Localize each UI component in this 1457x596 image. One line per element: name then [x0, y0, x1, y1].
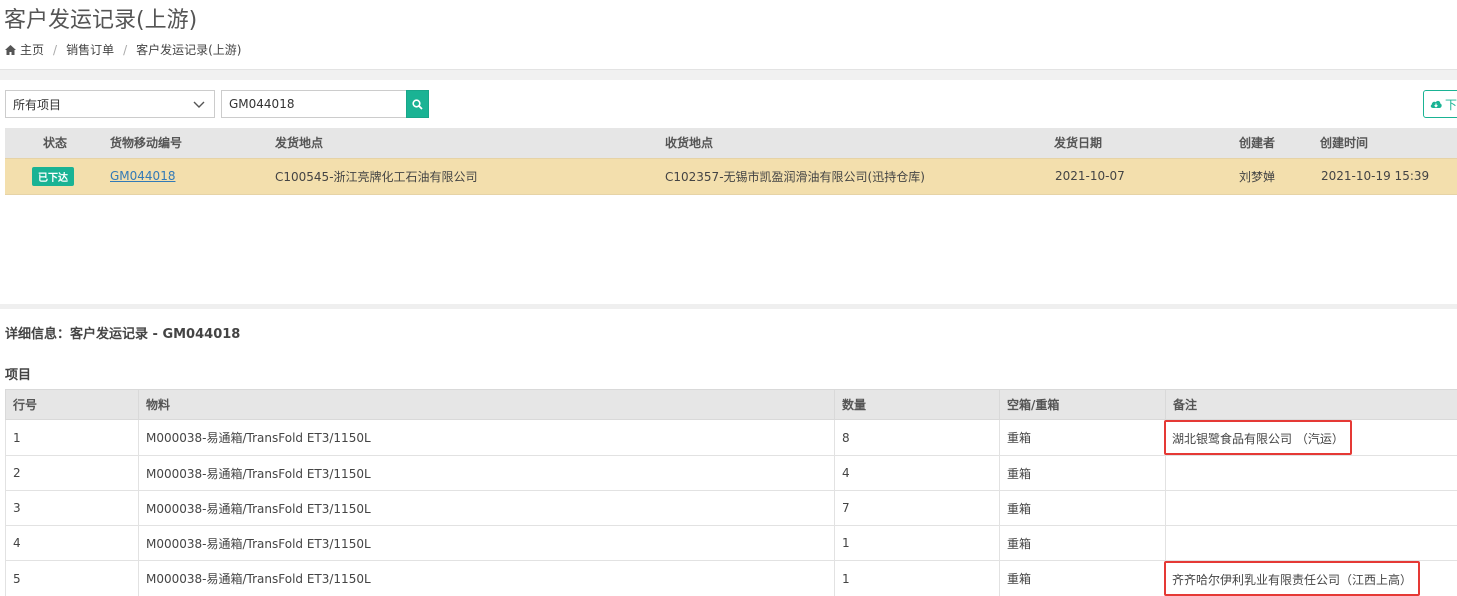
shipments-table: 状态 货物移动编号 发货地点 收货地点 发货日期 创建者 创建时间 已下达 GM… — [5, 128, 1457, 195]
column-header-material[interactable]: 物料 — [138, 389, 835, 420]
section-divider — [0, 304, 1457, 309]
breadcrumb-current: 客户发运记录(上游) — [136, 43, 242, 57]
breadcrumb-separator: / — [53, 42, 58, 57]
cell-box: 重箱 — [999, 455, 1166, 491]
column-header-box[interactable]: 空箱/重箱 — [999, 389, 1166, 420]
download-button-label: 下 — [1445, 97, 1457, 112]
table-header-row: 状态 货物移动编号 发货地点 收货地点 发货日期 创建者 创建时间 — [5, 128, 1457, 158]
cell-qty: 4 — [834, 455, 1000, 491]
items-table: 行号 物料 数量 空箱/重箱 备注 1 M000038-易通箱/TransFol… — [5, 389, 1457, 596]
cell-material: M000038-易通箱/TransFold ET3/1150L — [138, 525, 835, 561]
column-header-from[interactable]: 发货地点 — [275, 128, 665, 158]
cell-line: 3 — [5, 490, 139, 526]
section-divider — [0, 69, 1457, 80]
home-icon — [5, 44, 16, 55]
column-header-status[interactable]: 状态 — [5, 128, 103, 158]
project-select[interactable]: 所有项目 — [5, 90, 215, 118]
cell-qty: 8 — [834, 419, 1000, 456]
download-button[interactable]: 下 — [1423, 90, 1457, 118]
table-row[interactable]: 1 M000038-易通箱/TransFold ET3/1150L 8 重箱 湖… — [5, 419, 1457, 456]
cell-box: 重箱 — [999, 560, 1166, 596]
cell-ship-date: 2021-10-07 — [1054, 157, 1236, 195]
search-button[interactable] — [406, 90, 429, 118]
cell-box: 重箱 — [999, 490, 1166, 526]
breadcrumb: 主页 / 销售订单 / 客户发运记录(上游) — [5, 41, 242, 58]
cell-qty: 1 — [834, 560, 1000, 596]
cell-remark — [1165, 455, 1457, 491]
cell-remark — [1165, 525, 1457, 561]
cell-creator: 刘梦婵 — [1236, 157, 1320, 195]
cell-to: C102357-无锡市凯盈润滑油有限公司(迅持仓库) — [665, 157, 1054, 195]
cell-line: 1 — [5, 419, 139, 456]
cell-remark-highlighted: 齐齐哈尔伊利乳业有限责任公司（江西上高） — [1164, 561, 1421, 596]
cell-created-at: 2021-10-19 15:39 — [1320, 157, 1457, 195]
column-header-move-no[interactable]: 货物移动编号 — [103, 128, 275, 158]
cell-line: 4 — [5, 525, 139, 561]
cell-material: M000038-易通箱/TransFold ET3/1150L — [138, 490, 835, 526]
cloud-download-icon — [1430, 100, 1442, 108]
cell-box: 重箱 — [999, 419, 1166, 456]
project-select-value: 所有项目 — [13, 97, 62, 112]
table-row[interactable]: 已下达 GM044018 C100545-浙江亮牌化工石油有限公司 C10235… — [5, 157, 1457, 195]
column-header-created-at[interactable]: 创建时间 — [1320, 128, 1457, 158]
table-row[interactable]: 4 M000038-易通箱/TransFold ET3/1150L 1 重箱 — [5, 525, 1457, 561]
cell-box: 重箱 — [999, 525, 1166, 561]
column-header-line[interactable]: 行号 — [5, 389, 139, 420]
search-icon — [412, 98, 423, 110]
chevron-down-icon — [193, 101, 205, 108]
search-input[interactable]: GM044018 — [221, 90, 407, 118]
cell-qty: 1 — [834, 525, 1000, 561]
column-header-ship-date[interactable]: 发货日期 — [1054, 128, 1236, 158]
cell-qty: 7 — [834, 490, 1000, 526]
breadcrumb-separator: / — [123, 42, 128, 57]
table-header-row: 行号 物料 数量 空箱/重箱 备注 — [5, 389, 1457, 420]
page-title: 客户发运记录(上游) — [4, 8, 198, 33]
cell-line: 5 — [5, 560, 139, 596]
cell-material: M000038-易通箱/TransFold ET3/1150L — [138, 455, 835, 491]
cell-material: M000038-易通箱/TransFold ET3/1150L — [138, 560, 835, 596]
breadcrumb-sales-order[interactable]: 销售订单 — [66, 41, 114, 58]
breadcrumb-home[interactable]: 主页 — [20, 41, 44, 58]
cell-material: M000038-易通箱/TransFold ET3/1150L — [138, 419, 835, 456]
items-section-title: 项目 — [5, 368, 32, 383]
table-row[interactable]: 2 M000038-易通箱/TransFold ET3/1150L 4 重箱 — [5, 455, 1457, 491]
move-no-link[interactable]: GM044018 — [110, 169, 175, 183]
detail-title: 详细信息：客户发运记录 - GM044018 — [5, 327, 241, 342]
column-header-qty[interactable]: 数量 — [834, 389, 1000, 420]
cell-line: 2 — [5, 455, 139, 491]
table-row[interactable]: 3 M000038-易通箱/TransFold ET3/1150L 7 重箱 — [5, 490, 1457, 526]
cell-from: C100545-浙江亮牌化工石油有限公司 — [275, 157, 665, 195]
search-input-value: GM044018 — [229, 97, 295, 111]
column-header-creator[interactable]: 创建者 — [1236, 128, 1320, 158]
column-header-remark[interactable]: 备注 — [1165, 389, 1457, 420]
column-header-to[interactable]: 收货地点 — [665, 128, 1054, 158]
status-badge: 已下达 — [32, 166, 74, 186]
cell-remark — [1165, 490, 1457, 526]
table-row[interactable]: 5 M000038-易通箱/TransFold ET3/1150L 1 重箱 齐… — [5, 560, 1457, 596]
cell-remark-highlighted: 湖北银鹭食品有限公司 （汽运） — [1164, 420, 1352, 455]
